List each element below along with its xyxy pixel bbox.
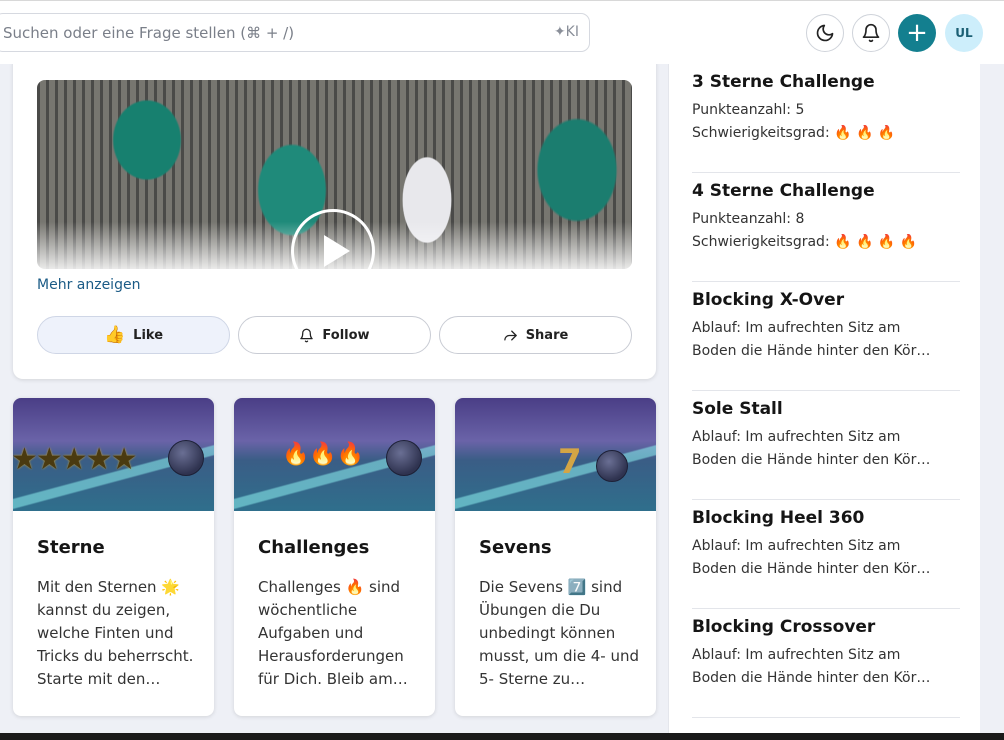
category-image: 🔥🔥🔥 [234, 398, 435, 511]
scroll-gutter [980, 64, 1004, 740]
taskbar-edge [0, 733, 1004, 740]
category-image: 7 [455, 398, 656, 511]
ball-icon [596, 450, 628, 482]
item-title: Blocking X-Over [692, 290, 845, 310]
bell-icon [300, 328, 314, 342]
item-title: Blocking Heel 360 [692, 508, 865, 528]
share-button[interactable]: Share [439, 316, 632, 354]
share-label: Share [525, 327, 569, 343]
seven-icon: 7 [558, 442, 582, 482]
search-input[interactable]: Suchen oder eine Frage stellen (⌘ + /) ✦… [0, 13, 590, 52]
top-bar: Suchen oder eine Frage stellen (⌘ + /) ✦… [0, 0, 1004, 64]
category-description: Challenges 🔥 sind wöchentliche Aufgaben … [258, 578, 404, 688]
item-line: Ablauf: Im aufrechten Sitz am [692, 320, 901, 336]
sidebar-item[interactable]: Sole Stall Ablauf: Im aufrechten Sitz am… [692, 391, 960, 500]
plus-icon: + [906, 18, 928, 48]
ball-icon [386, 440, 422, 476]
item-line: Boden die Hände hinter den Körper [692, 670, 932, 686]
item-line: Boden die Hände hinter den Körper [692, 343, 932, 359]
sidebar-item[interactable]: Blocking Heel 360 Ablauf: Im aufrechten … [692, 500, 960, 609]
item-title: 3 Sterne Challenge [692, 72, 875, 92]
follow-label: Follow [322, 327, 370, 343]
category-card-sevens[interactable]: 7 Sevens Die Sevens 7️⃣ sind Übungen die… [455, 398, 656, 716]
category-card-challenges[interactable]: 🔥🔥🔥 Challenges Challenges 🔥 sind wöchent… [234, 398, 435, 716]
item-line: Ablauf: Im aufrechten Sitz am [692, 647, 901, 663]
bell-icon [862, 23, 880, 43]
notifications-button[interactable] [852, 14, 890, 52]
item-title: 4 Sterne Challenge [692, 181, 875, 201]
like-button[interactable]: 👍 Like [37, 316, 230, 354]
item-line: Punkteanzahl: 5 [692, 102, 805, 118]
item-line: Punkteanzahl: 8 [692, 211, 805, 227]
category-card-sterne[interactable]: ★★★★★ Sterne Mit den Sternen 🌟 kannst du… [13, 398, 214, 716]
sidebar-list: 3 Sterne Challenge Punkteanzahl: 5 Schwi… [668, 64, 980, 740]
show-more-link[interactable]: Mehr anzeigen [37, 277, 140, 293]
follow-button[interactable]: Follow [238, 316, 431, 354]
stars-icon: ★★★★★ [13, 442, 137, 477]
main-feed: Mehr anzeigen 👍 Like Follow Share ★★★★★ … [0, 64, 668, 740]
thumbs-up-icon: 👍 [103, 325, 126, 345]
dark-mode-button[interactable] [806, 14, 844, 52]
moon-icon [816, 24, 834, 42]
category-image: ★★★★★ [13, 398, 214, 511]
play-icon[interactable] [291, 209, 375, 269]
item-title: Sole Stall [692, 399, 783, 419]
item-line: Schwierigkeitsgrad: 🔥 🔥 🔥 [692, 125, 896, 141]
category-description: Die Sevens 7️⃣ sind Übungen die Du unbed… [479, 578, 639, 688]
item-line: Ablauf: Im aufrechten Sitz am [692, 538, 901, 554]
category-title: Sterne [37, 537, 105, 558]
sidebar-item[interactable]: 4 Sterne Challenge Punkteanzahl: 8 Schwi… [692, 173, 960, 282]
sidebar-item[interactable]: Blocking Crossover Ablauf: Im aufrechten… [692, 609, 960, 718]
create-button[interactable]: + [898, 14, 936, 52]
item-title: Blocking Crossover [692, 617, 876, 637]
item-line: Boden die Hände hinter den Körper [692, 561, 932, 577]
user-avatar[interactable]: UL [945, 14, 983, 52]
video-thumbnail[interactable] [37, 80, 632, 269]
share-icon [503, 330, 517, 340]
ball-icon [168, 440, 204, 476]
fire-icon: 🔥🔥🔥 [282, 442, 365, 467]
item-line: Ablauf: Im aufrechten Sitz am [692, 429, 901, 445]
category-title: Sevens [479, 537, 552, 558]
item-line: Boden die Hände hinter den Körper [692, 452, 932, 468]
post-card: Mehr anzeigen 👍 Like Follow Share [13, 64, 656, 379]
search-placeholder: Suchen oder eine Frage stellen (⌘ + /) [3, 23, 295, 42]
sidebar-item[interactable]: Blocking X-Over Ablauf: Im aufrechten Si… [692, 282, 960, 391]
ai-search-icon[interactable]: ✦KI [554, 24, 579, 40]
item-line: Schwierigkeitsgrad: 🔥 🔥 🔥 🔥 [692, 234, 918, 250]
sidebar-item[interactable]: 3 Sterne Challenge Punkteanzahl: 5 Schwi… [692, 64, 960, 173]
like-label: Like [133, 327, 164, 343]
category-description: Mit den Sternen 🌟 kannst du zeigen, welc… [37, 578, 194, 688]
category-title: Challenges [258, 537, 370, 558]
